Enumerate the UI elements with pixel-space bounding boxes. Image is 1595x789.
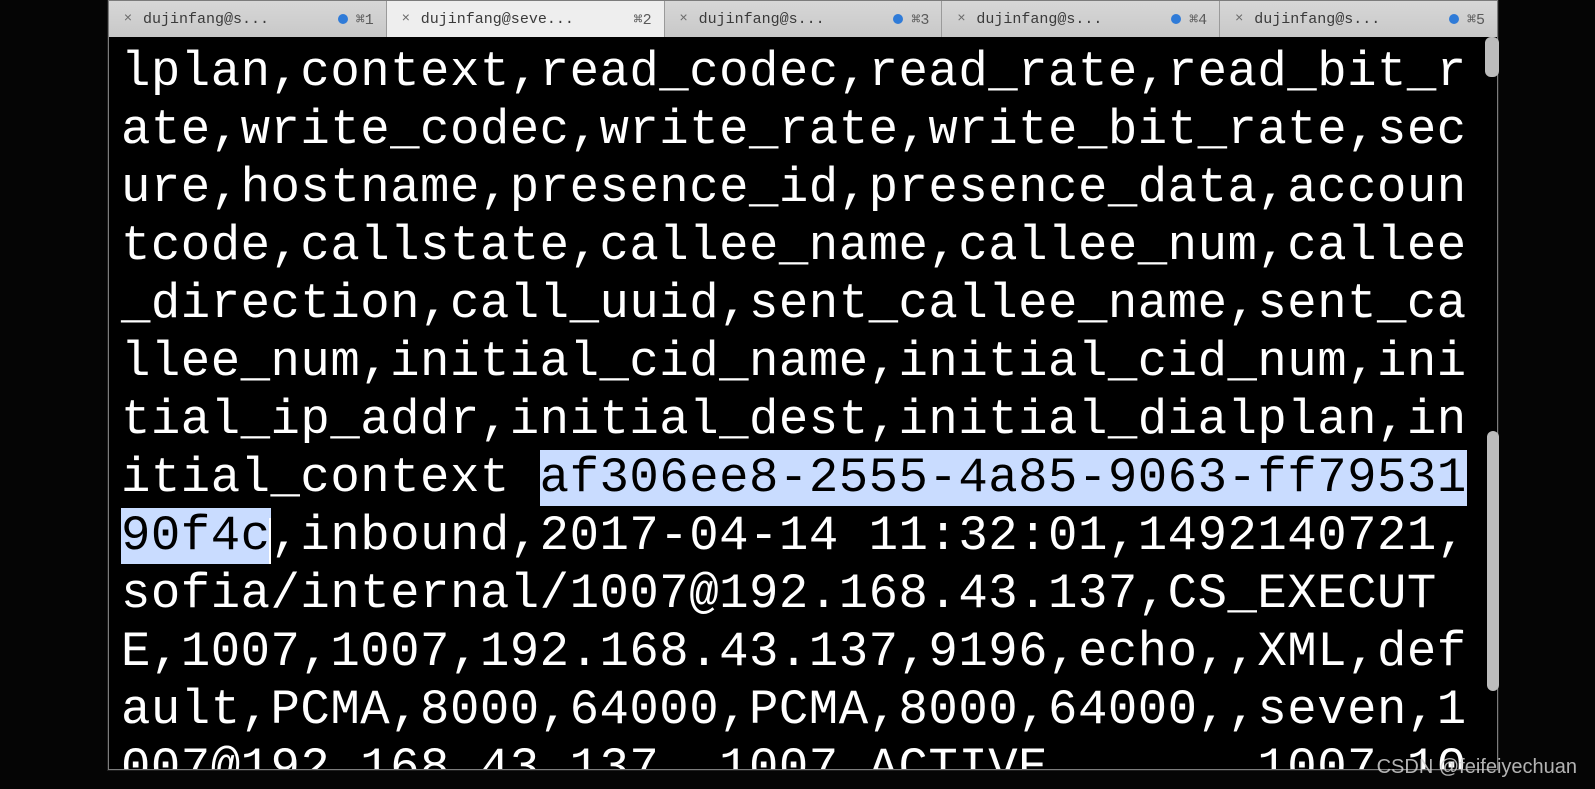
- terminal-text[interactable]: lplan,context,read_codec,read_rate,read_…: [121, 44, 1467, 769]
- close-icon[interactable]: ×: [1232, 12, 1246, 26]
- watermark-text: CSDN @feifeiyechuan: [1377, 756, 1577, 779]
- close-icon[interactable]: ×: [121, 12, 135, 26]
- tab-title: dujinfang@s...: [699, 11, 886, 28]
- tab-5[interactable]: × dujinfang@s... ⌘5: [1220, 1, 1497, 37]
- tab-4[interactable]: × dujinfang@s... ⌘4: [942, 1, 1220, 37]
- tab-shortcut: ⌘4: [1189, 10, 1207, 29]
- tab-title: dujinfang@s...: [976, 11, 1163, 28]
- tab-shortcut: ⌘3: [911, 10, 929, 29]
- terminal-window: × dujinfang@s... ⌘1 × dujinfang@seve... …: [108, 0, 1498, 770]
- tab-title: dujinfang@seve...: [421, 11, 626, 28]
- unsaved-dot-icon: [1449, 14, 1459, 24]
- tab-3[interactable]: × dujinfang@s... ⌘3: [665, 1, 943, 37]
- terminal-headers[interactable]: lplan,context,read_codec,read_rate,read_…: [121, 44, 1467, 506]
- tab-2-active[interactable]: × dujinfang@seve... ⌘2: [387, 1, 665, 37]
- terminal-rowdata[interactable]: ,inbound,2017-04-14 11:32:01,1492140721,…: [121, 508, 1467, 769]
- unsaved-dot-icon: [893, 14, 903, 24]
- unsaved-dot-icon: [1171, 14, 1181, 24]
- tab-shortcut: ⌘5: [1467, 10, 1485, 29]
- scrollbar-thumb[interactable]: [1487, 431, 1499, 691]
- terminal-viewport[interactable]: lplan,context,read_codec,read_rate,read_…: [109, 37, 1497, 769]
- tab-title: dujinfang@s...: [143, 11, 330, 28]
- tab-shortcut: ⌘1: [356, 10, 374, 29]
- close-icon[interactable]: ×: [677, 12, 691, 26]
- close-icon[interactable]: ×: [954, 12, 968, 26]
- unsaved-dot-icon: [338, 14, 348, 24]
- tab-title: dujinfang@s...: [1254, 11, 1441, 28]
- tab-1[interactable]: × dujinfang@s... ⌘1: [109, 1, 387, 37]
- close-icon[interactable]: ×: [399, 12, 413, 26]
- screenshot-root: × dujinfang@s... ⌘1 × dujinfang@seve... …: [0, 0, 1595, 789]
- tab-shortcut: ⌘2: [634, 10, 652, 29]
- tab-bar: × dujinfang@s... ⌘1 × dujinfang@seve... …: [109, 1, 1497, 38]
- scrollbar-stub[interactable]: [1485, 37, 1499, 77]
